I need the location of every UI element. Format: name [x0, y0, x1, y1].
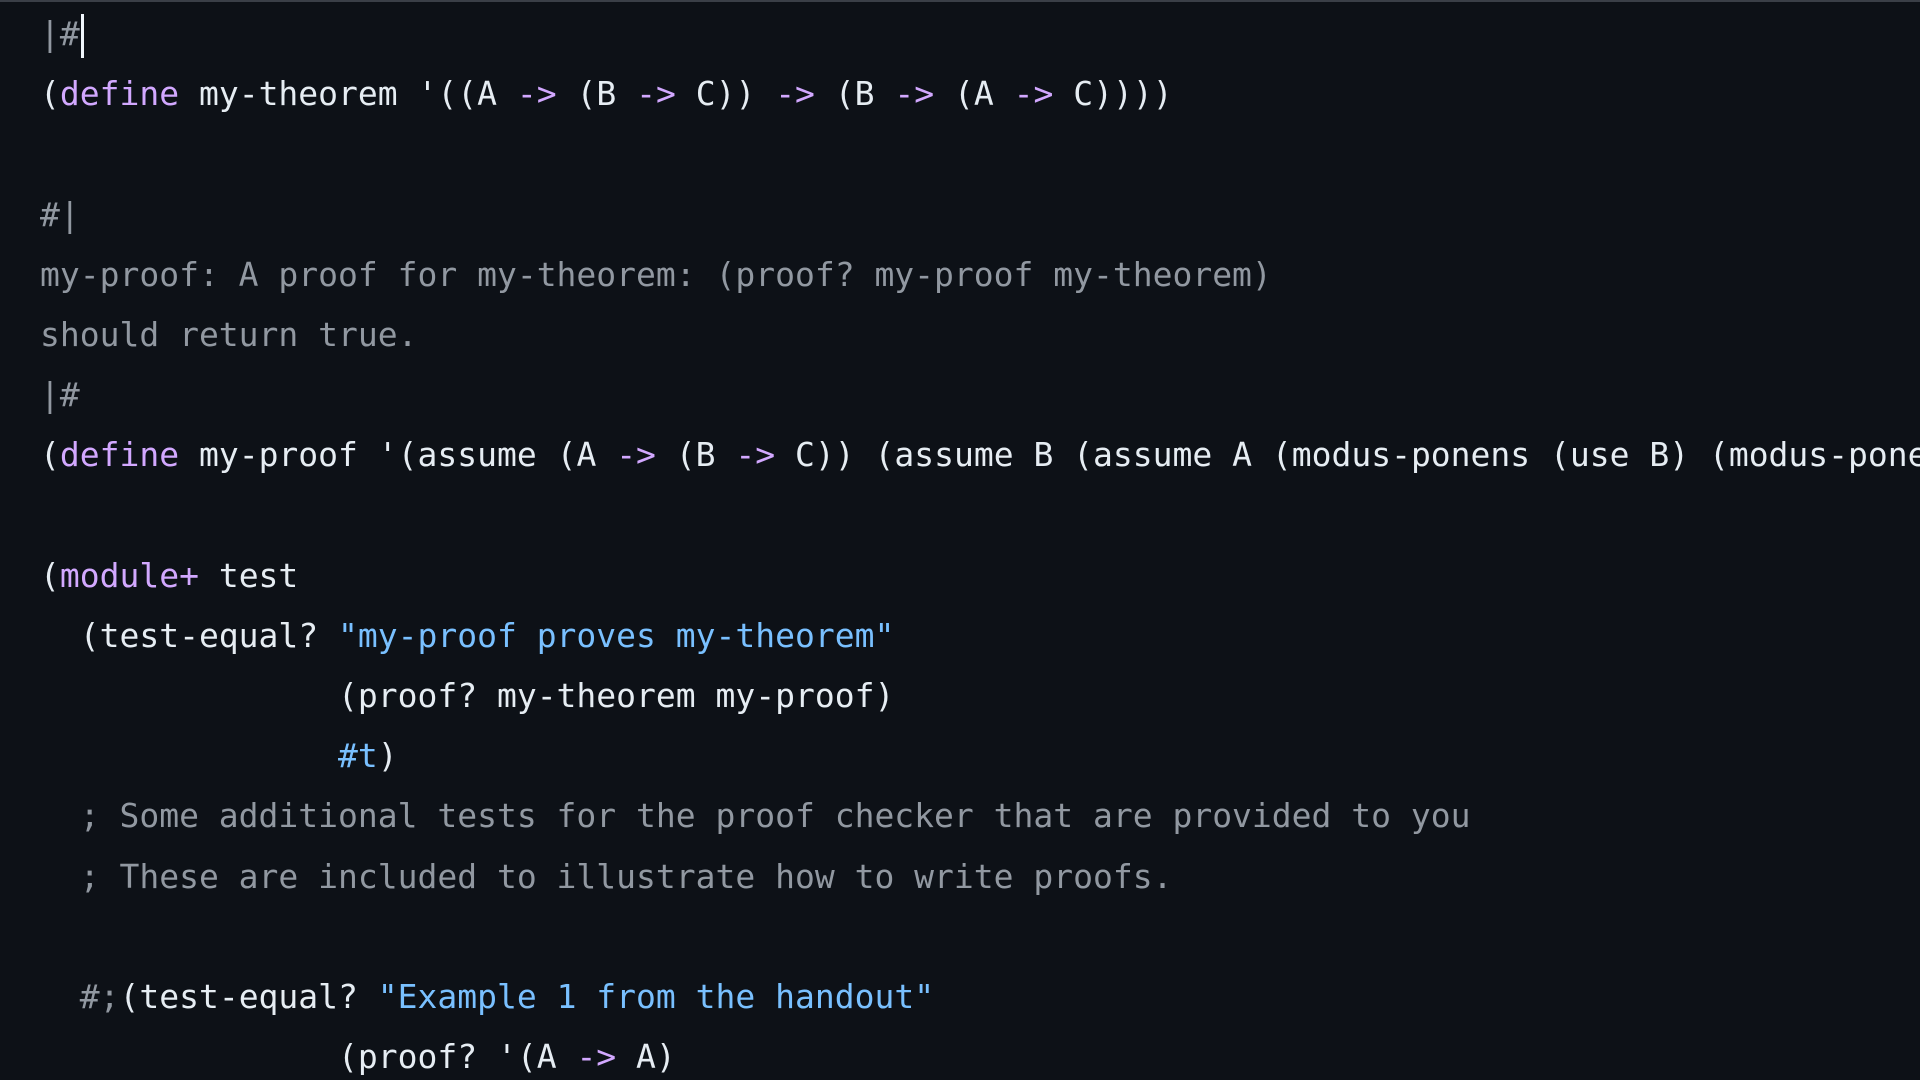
arrow-operator: ->	[636, 74, 676, 114]
code-text: (	[40, 555, 60, 595]
code-line[interactable]: #t)	[40, 726, 1920, 786]
arrow-operator: ->	[1013, 74, 1054, 114]
keyword: module+	[59, 555, 199, 595]
comment-text: #;	[40, 977, 120, 1016]
code-line[interactable]: (proof? '(A -> A)	[40, 1027, 1920, 1080]
code-line[interactable]: #;(test-equal? "Example 1 from the hando…	[40, 967, 1920, 1027]
comment-text: my-proof: A proof for my-theorem: (proof…	[40, 254, 1272, 294]
code-text: (B	[655, 435, 736, 475]
code-text: (test-equal?	[40, 615, 339, 655]
code-text: (proof? my-theorem my-proof)	[40, 676, 895, 716]
code-line[interactable]: my-proof: A proof for my-theorem: (proof…	[40, 245, 1920, 305]
code-text: (	[40, 435, 60, 475]
string-literal: "Example 1 from the handout"	[377, 977, 935, 1016]
arrow-operator: ->	[576, 1037, 617, 1077]
code-text: )	[377, 736, 398, 776]
code-text: C))))	[1053, 74, 1173, 114]
code-line[interactable]: (module+ test	[40, 546, 1920, 606]
code-text: (A	[934, 74, 1014, 114]
comment-text: ; Some additional tests for the proof ch…	[40, 796, 1471, 836]
arrow-operator: ->	[516, 74, 557, 114]
code-text: (test-equal?	[119, 977, 378, 1016]
code-line[interactable]: ; These are included to illustrate how t…	[40, 847, 1920, 907]
text-cursor	[80, 13, 84, 58]
comment-text: ; These are included to illustrate how t…	[40, 856, 1173, 896]
code-line[interactable]: (define my-theorem '((A -> (B -> C)) -> …	[40, 64, 1920, 124]
comment-text: |#	[40, 14, 80, 53]
code-text: C))	[675, 74, 776, 114]
code-text: test	[198, 555, 299, 595]
keyword: define	[59, 435, 180, 475]
code-text: (proof? '(A	[40, 1037, 577, 1077]
code-text: (B	[556, 74, 637, 114]
comment-text: #|	[40, 194, 80, 234]
arrow-operator: ->	[735, 435, 776, 475]
boolean-literal: #t	[338, 736, 378, 776]
code-editor[interactable]: |# (define my-theorem '((A -> (B -> C)) -…	[0, 0, 1920, 1080]
code-line[interactable]: ; Some additional tests for the proof ch…	[40, 786, 1920, 846]
code-line[interactable]: should return true.	[40, 305, 1920, 365]
code-text: my-proof '(assume (A	[179, 435, 617, 475]
code-text: my-theorem '((A	[179, 74, 517, 114]
arrow-operator: ->	[616, 435, 656, 475]
code-text: C)) (assume B (assume A (modus-ponens (u…	[795, 435, 1920, 475]
code-text: A)	[616, 1037, 676, 1077]
code-text: (B	[814, 74, 895, 114]
comment-text: should return true.	[40, 314, 418, 354]
code-line[interactable]: (proof? my-theorem my-proof)	[40, 666, 1920, 726]
comment-text: |#	[40, 375, 80, 415]
code-line[interactable]	[40, 124, 1920, 184]
code-line[interactable]: |#	[40, 365, 1920, 425]
code-text: (	[40, 74, 60, 114]
arrow-operator: ->	[894, 74, 935, 114]
arrow-operator: ->	[775, 74, 815, 114]
code-line[interactable]: #|	[40, 185, 1920, 245]
code-line[interactable]: (define my-proof '(assume (A -> (B -> C)…	[40, 425, 1920, 485]
code-line[interactable]: |#	[40, 4, 1920, 64]
code-line[interactable]	[40, 486, 1920, 546]
code-line[interactable]: (test-equal? "my-proof proves my-theorem…	[40, 606, 1920, 666]
code-area[interactable]: |# (define my-theorem '((A -> (B -> C)) -…	[40, 4, 1920, 1080]
keyword: define	[59, 74, 180, 114]
code-line[interactable]	[40, 907, 1920, 967]
string-literal: "my-proof proves my-theorem"	[338, 615, 895, 655]
